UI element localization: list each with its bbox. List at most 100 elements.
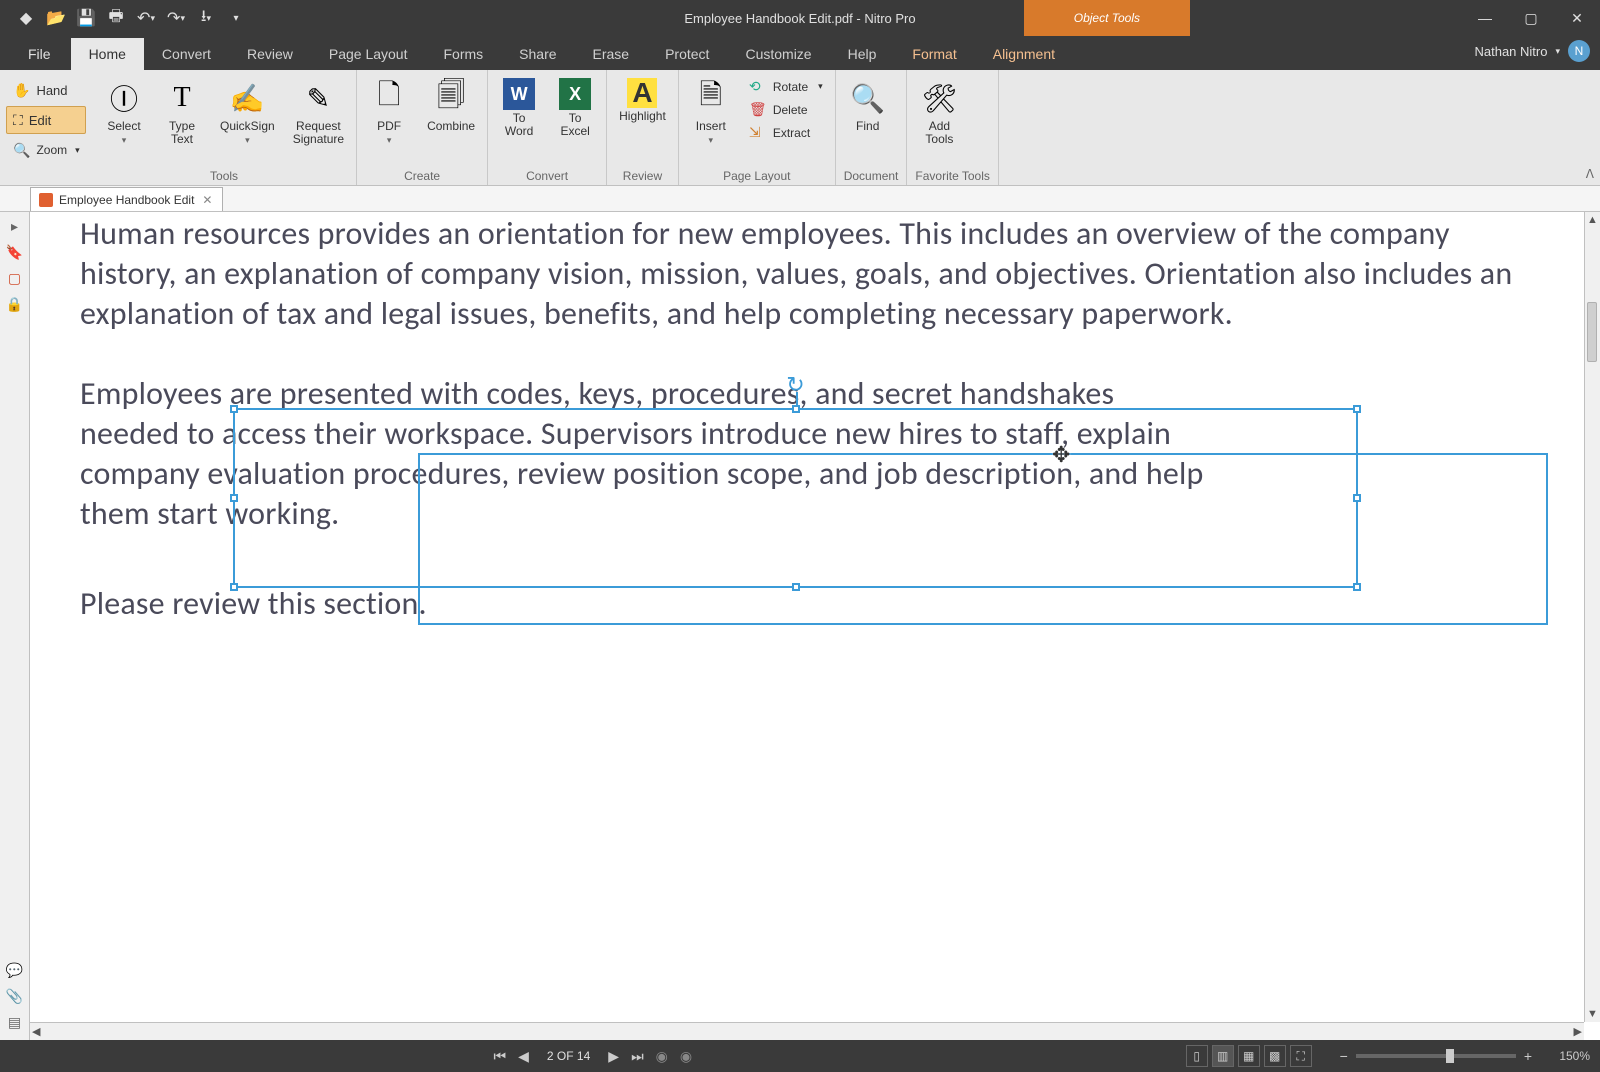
group-label-create: Create [365, 167, 479, 183]
add-tools-button[interactable]: 🛠Add Tools [915, 76, 963, 148]
zoom-slider[interactable] [1356, 1054, 1516, 1058]
sidebar-security-icon[interactable]: 🔒 [5, 294, 25, 314]
tab-forms[interactable]: Forms [425, 38, 501, 70]
document-tab[interactable]: Employee Handbook Edit ✕ [30, 187, 223, 211]
menu-bar: File Home Convert Review Page Layout For… [0, 36, 1600, 70]
highlight-button[interactable]: AHighlight [615, 76, 670, 125]
type-text-icon: T [162, 78, 202, 118]
insert-button[interactable]: 🗎Insert▾ [687, 76, 735, 148]
hand-tool[interactable]: ✋Hand [6, 76, 86, 104]
scroll-right-icon[interactable]: ▶ [1574, 1025, 1582, 1038]
zoom-in-icon[interactable]: + [1520, 1048, 1536, 1064]
last-page-icon[interactable]: ⏭ [627, 1048, 648, 1065]
sidebar-bookmarks-icon[interactable]: 🔖 [5, 242, 25, 262]
extract-button[interactable]: ⇲Extract [745, 122, 827, 143]
pointer-icon[interactable]: ⭳▾ [192, 4, 220, 32]
view-facing-continuous-icon[interactable]: ▩ [1264, 1045, 1286, 1067]
nav-back-icon[interactable]: ◉ [652, 1048, 672, 1065]
pdf-button[interactable]: 🗋PDF▾ [365, 76, 413, 148]
sidebar-attachments-icon[interactable]: 📎 [5, 986, 25, 1006]
combine-button[interactable]: 🗐Combine [423, 76, 479, 135]
document-tab-strip: Employee Handbook Edit ✕ [0, 186, 1600, 212]
resize-handle-sw[interactable] [230, 583, 238, 591]
nav-forward-icon[interactable]: ◉ [676, 1048, 696, 1065]
avatar[interactable]: N [1568, 40, 1590, 62]
tab-share[interactable]: Share [501, 38, 574, 70]
zoom-icon: 🔍 [13, 142, 30, 159]
undo-icon[interactable]: ↶▾ [132, 4, 160, 32]
zoom-slider-thumb[interactable] [1446, 1049, 1454, 1063]
view-continuous-icon[interactable]: ▥ [1212, 1045, 1234, 1067]
collapse-ribbon-icon[interactable]: ᐱ [1586, 167, 1594, 181]
delete-button[interactable]: 🗑Delete [745, 99, 827, 120]
prev-page-icon[interactable]: ◀ [514, 1048, 533, 1065]
to-excel-button[interactable]: XTo Excel [552, 76, 598, 140]
tab-review[interactable]: Review [229, 38, 311, 70]
user-name: Nathan Nitro [1474, 44, 1547, 59]
vertical-scrollbar[interactable]: ▲ ▼ [1584, 212, 1600, 1022]
close-tab-icon[interactable]: ✕ [200, 193, 214, 207]
quicksign-button[interactable]: ✍QuickSign▾ [216, 76, 279, 148]
rotate-button[interactable]: ⟲Rotate▾ [745, 76, 827, 97]
nitro-logo-icon[interactable]: ◆ [12, 4, 40, 32]
context-tab-label: Object Tools [1024, 0, 1190, 36]
tool-mode-panel: ✋Hand ⛶Edit 🔍Zoom▾ [0, 70, 92, 185]
file-menu[interactable]: File [8, 38, 71, 70]
resize-handle-ne[interactable] [1353, 405, 1361, 413]
ribbon-group-create: 🗋PDF▾ 🗐Combine Create [357, 70, 488, 185]
resize-handle-w[interactable] [230, 494, 238, 502]
rotation-handle-icon[interactable]: ↻ [786, 372, 804, 398]
zoom-out-icon[interactable]: − [1336, 1048, 1352, 1064]
minimize-button[interactable]: — [1462, 0, 1508, 36]
open-icon[interactable]: 📂 [42, 4, 70, 32]
close-button[interactable]: ✕ [1554, 0, 1600, 36]
select-button[interactable]: ⒾSelect▾ [100, 76, 148, 148]
scroll-up-icon[interactable]: ▲ [1587, 214, 1598, 226]
user-menu[interactable]: Nathan Nitro ▾ N [1474, 40, 1590, 62]
status-bar: ⏮ ◀ 2 OF 14 ▶ ⏭ ◉ ◉ ▯ ▥ ▦ ▩ ⛶ − + 150% [0, 1040, 1600, 1072]
tab-protect[interactable]: Protect [647, 38, 727, 70]
scroll-down-icon[interactable]: ▼ [1587, 1008, 1598, 1020]
horizontal-scrollbar[interactable]: ◀ ▶ [30, 1022, 1584, 1040]
document-canvas[interactable]: Human resources provides an orientation … [30, 212, 1600, 1040]
ribbon-group-page-layout: 🗎Insert▾ ⟲Rotate▾ 🗑Delete ⇲Extract Page … [679, 70, 836, 185]
edit-tool[interactable]: ⛶Edit [6, 106, 86, 134]
scroll-thumb[interactable] [1587, 302, 1597, 362]
tab-customize[interactable]: Customize [727, 38, 829, 70]
rotate-icon: ⟲ [749, 78, 767, 95]
maximize-button[interactable]: ▢ [1508, 0, 1554, 36]
resize-handle-n[interactable] [792, 405, 800, 413]
qat-customize-icon[interactable]: ▾ [222, 4, 250, 32]
type-text-button[interactable]: TType Text [158, 76, 206, 148]
tab-home[interactable]: Home [71, 38, 144, 70]
sidebar-pages-icon[interactable]: ▸ [5, 216, 25, 236]
find-button[interactable]: 🔍Find [844, 76, 892, 135]
save-icon[interactable]: 💾 [72, 4, 100, 32]
tab-page-layout[interactable]: Page Layout [311, 38, 426, 70]
tab-erase[interactable]: Erase [575, 38, 648, 70]
sidebar-comments-icon[interactable]: 💬 [5, 960, 25, 980]
tab-alignment[interactable]: Alignment [975, 38, 1073, 70]
view-single-icon[interactable]: ▯ [1186, 1045, 1208, 1067]
zoom-percent[interactable]: 150% [1540, 1049, 1590, 1063]
view-modes: ▯ ▥ ▦ ▩ ⛶ [1186, 1045, 1312, 1067]
tab-convert[interactable]: Convert [144, 38, 229, 70]
sidebar-output-icon[interactable]: ▤ [5, 1012, 25, 1032]
view-fullscreen-icon[interactable]: ⛶ [1290, 1045, 1312, 1067]
paragraph-1[interactable]: Human resources provides an orientation … [80, 214, 1540, 334]
next-page-icon[interactable]: ▶ [604, 1048, 623, 1065]
sidebar-layers-icon[interactable]: ▢ [5, 268, 25, 288]
to-word-button[interactable]: WTo Word [496, 76, 542, 140]
tab-help[interactable]: Help [830, 38, 895, 70]
request-signature-button[interactable]: ✎Request Signature [289, 76, 348, 148]
redo-icon[interactable]: ↷▾ [162, 4, 190, 32]
resize-handle-nw[interactable] [230, 405, 238, 413]
highlight-icon: A [627, 78, 657, 108]
first-page-icon[interactable]: ⏮ [490, 1048, 511, 1065]
print-icon[interactable]: 🖶 [102, 4, 130, 32]
view-facing-icon[interactable]: ▦ [1238, 1045, 1260, 1067]
tab-format[interactable]: Format [894, 38, 974, 70]
scroll-left-icon[interactable]: ◀ [32, 1025, 40, 1038]
page-indicator[interactable]: 2 OF 14 [537, 1049, 600, 1063]
zoom-tool[interactable]: 🔍Zoom▾ [6, 136, 86, 164]
